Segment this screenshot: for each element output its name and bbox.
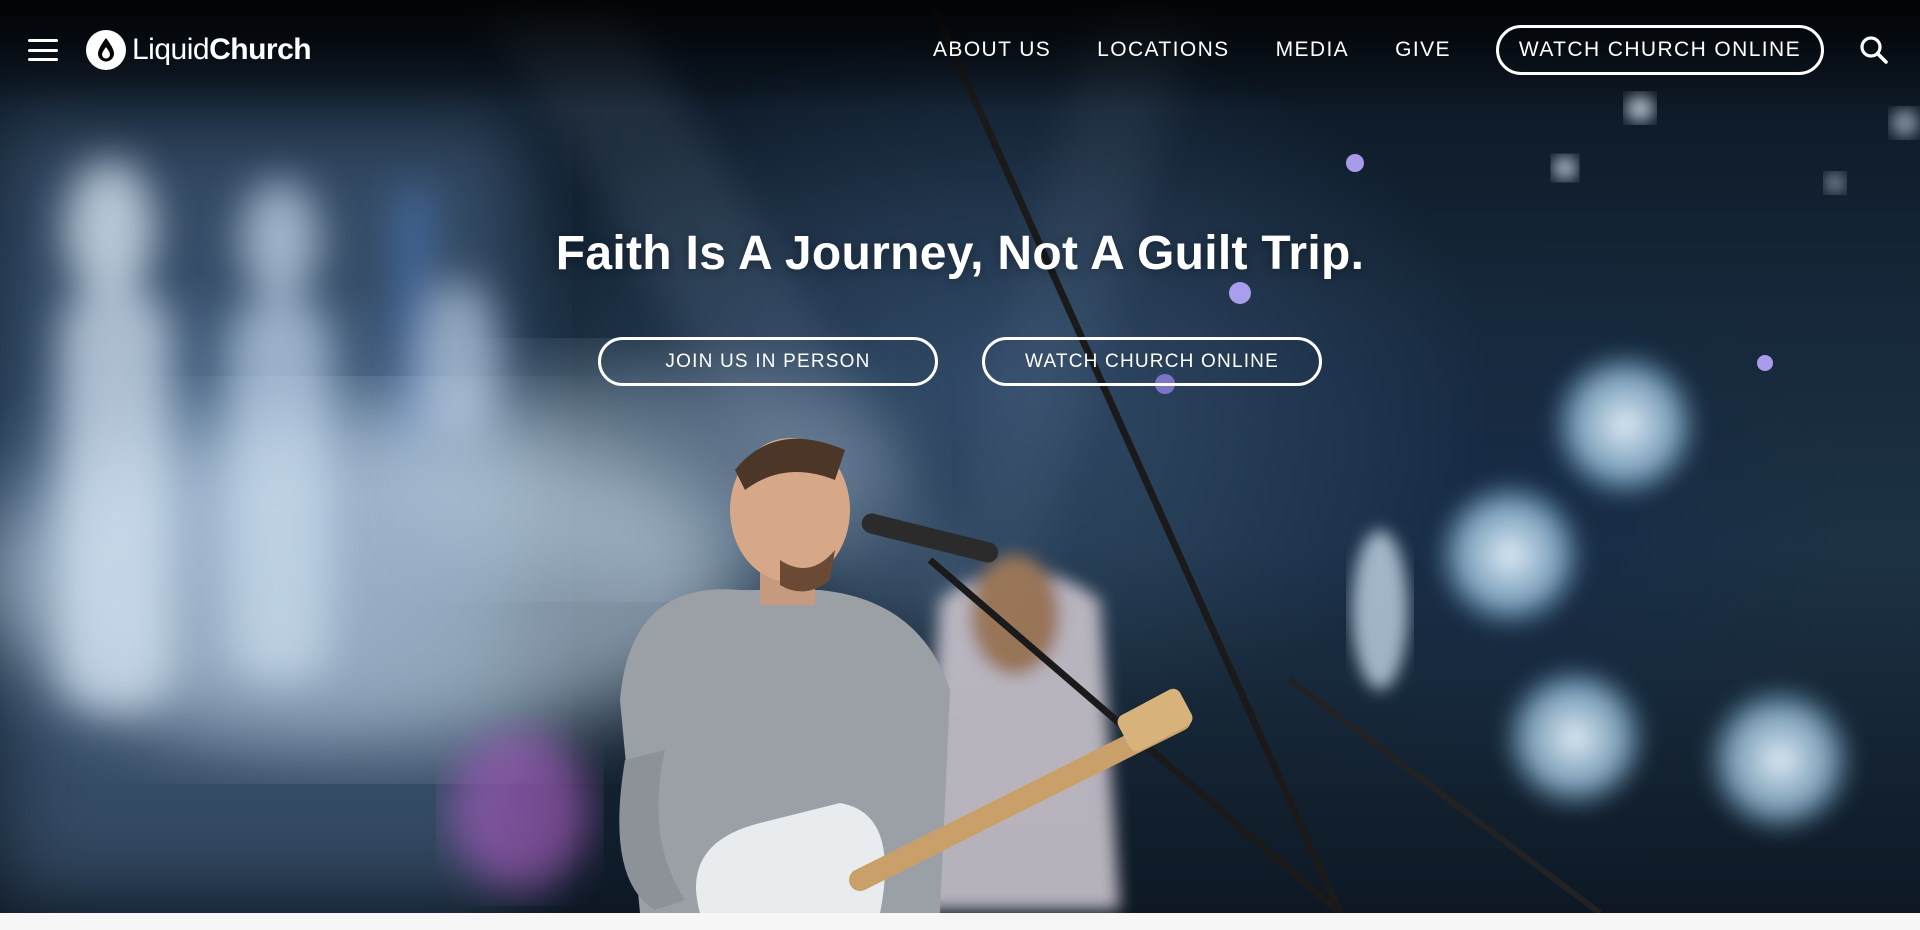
page-section-divider [0, 913, 1920, 930]
join-us-in-person-button[interactable]: JOIN US IN PERSON [598, 337, 938, 386]
concert-stage-image [0, 0, 1919, 913]
main-nav: ABOUT US LOCATIONS MEDIA GIVE WATCH CHUR… [887, 25, 1892, 75]
water-drop-icon [86, 30, 126, 70]
nav-item-about-us[interactable]: ABOUT US [933, 38, 1051, 62]
site-header: LiquidChurch ABOUT US LOCATIONS MEDIA GI… [0, 0, 1920, 100]
logo-text-liquid: Liquid [132, 33, 210, 66]
logo-text-church: Church [209, 33, 312, 66]
hero-background [0, 0, 1920, 913]
site-logo[interactable]: LiquidChurch [86, 30, 312, 70]
nav-item-give[interactable]: GIVE [1395, 38, 1451, 62]
hamburger-menu-icon[interactable] [28, 39, 58, 61]
hero-cta-row: JOIN US IN PERSON WATCH CHURCH ONLINE [0, 337, 1920, 386]
watch-church-online-nav-button[interactable]: WATCH CHURCH ONLINE [1495, 25, 1824, 75]
search-icon[interactable] [1856, 32, 1892, 68]
watch-church-online-button[interactable]: WATCH CHURCH ONLINE [982, 337, 1322, 386]
nav-item-media[interactable]: MEDIA [1276, 38, 1350, 62]
nav-item-locations[interactable]: LOCATIONS [1097, 38, 1229, 62]
logo-text: LiquidChurch [132, 33, 312, 67]
hero-headline: Faith Is A Journey, Not A Guilt Trip. [555, 227, 1365, 280]
